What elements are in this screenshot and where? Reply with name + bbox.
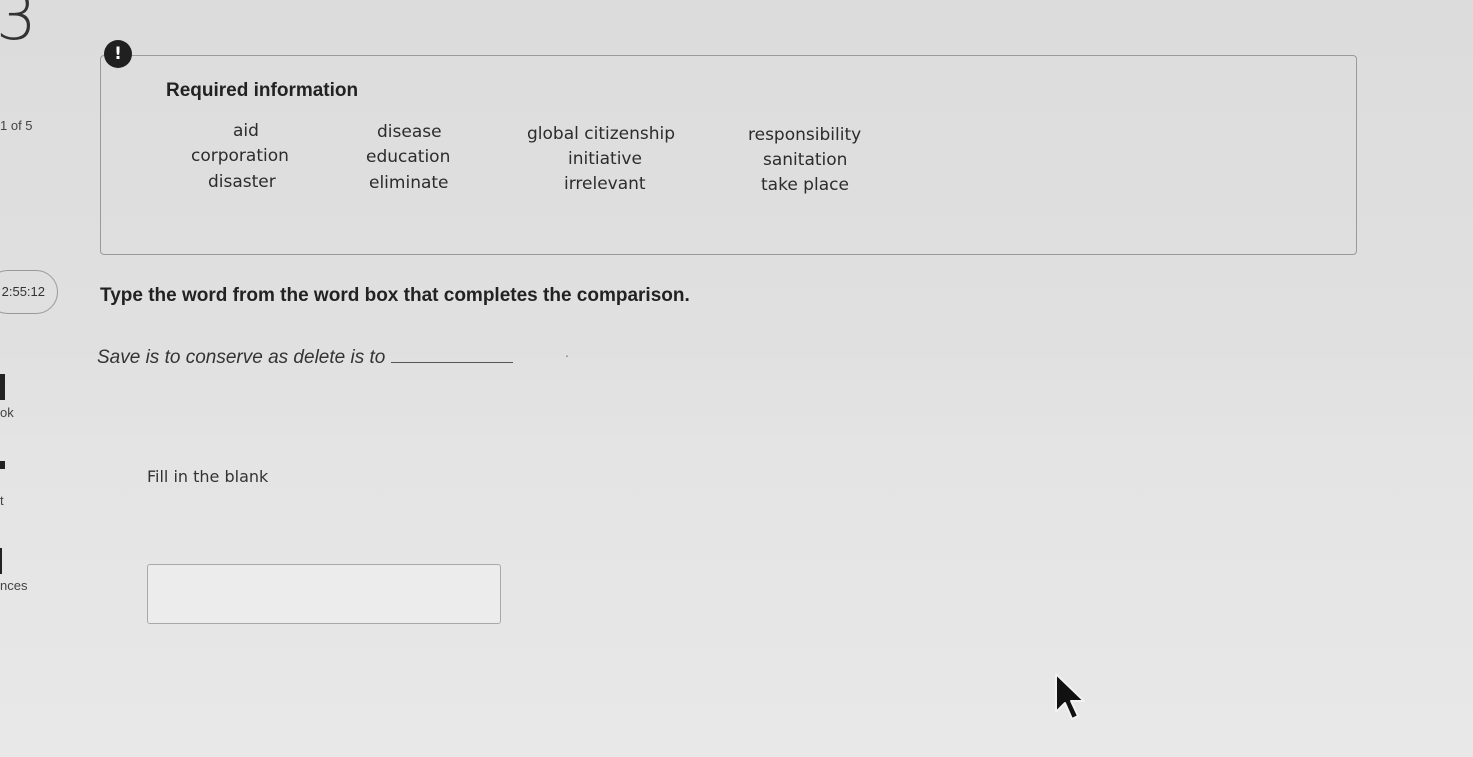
comparison-prompt-text: Save is to conserve as delete is to (97, 347, 386, 368)
comparison-blank (391, 344, 514, 363)
left-nav-marker (0, 461, 5, 469)
word-box-item: disease (377, 122, 442, 142)
left-nav-item-references[interactable]: nces (0, 578, 27, 593)
timer-badge[interactable]: 2:55:12 (0, 270, 58, 314)
mouse-cursor-icon (1054, 672, 1088, 727)
left-nav-marker (0, 374, 5, 400)
comparison-prompt: Save is to conserve as delete is to (97, 344, 514, 369)
answer-input[interactable] (147, 564, 501, 624)
prompt-period: . (565, 344, 569, 360)
instruction-text: Type the word from the word box that com… (100, 285, 690, 306)
word-box-item: corporation (191, 146, 289, 166)
word-box-item: education (366, 147, 451, 167)
left-nav-marker (0, 548, 2, 574)
alert-icon: ! (104, 40, 132, 68)
word-box-item: global citizenship (527, 124, 676, 144)
word-box-item: eliminate (369, 173, 449, 193)
word-box-item: aid (233, 121, 259, 141)
word-box-item: irrelevant (564, 174, 646, 194)
word-box-item: take place (761, 175, 849, 195)
progress-indicator: 1 of 5 (0, 118, 33, 133)
left-nav-item-ebook[interactable]: ok (0, 405, 14, 420)
info-title: Required information (166, 80, 359, 101)
word-box-item: initiative (568, 149, 642, 169)
word-box-item: responsibility (748, 125, 862, 145)
question-number: 3 (0, 0, 37, 55)
left-nav-item-print[interactable]: t (0, 493, 4, 508)
response-label: Fill in the blank (147, 467, 269, 486)
word-box-item: sanitation (763, 150, 848, 170)
word-box-item: disaster (208, 172, 276, 192)
